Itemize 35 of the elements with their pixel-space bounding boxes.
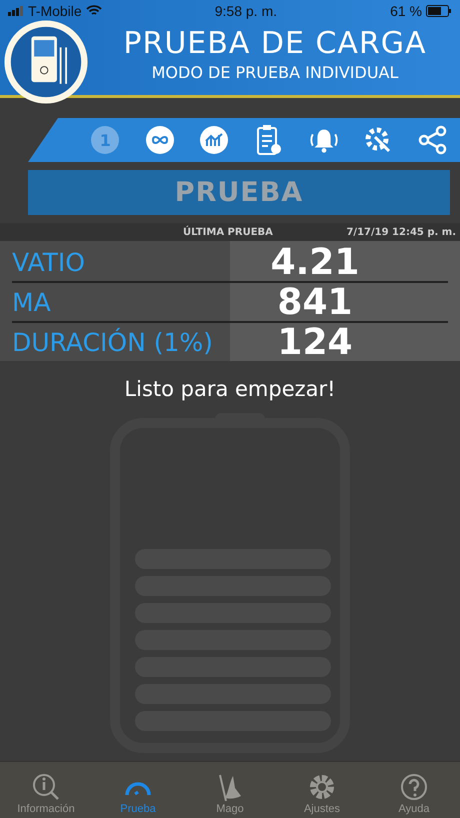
chart-icon — [200, 126, 228, 154]
multimeter-logo-icon — [4, 20, 88, 104]
wizard-hat-icon — [216, 773, 244, 801]
reading-name: VATIO — [12, 248, 86, 276]
reading-value: 124 — [276, 322, 354, 362]
gear-icon — [308, 773, 336, 801]
signal-icon — [8, 6, 24, 16]
tab-item[interactable]: Mago — [184, 762, 276, 818]
status-message: Listo para empezar! — [123, 377, 337, 401]
clock: 9:58 p. m. — [214, 3, 278, 19]
carrier-name: T-Mobile — [28, 3, 82, 19]
reading-value: 4.21 — [270, 242, 360, 282]
mode-subtitle: MODO DE PRUEBA INDIVIDUAL — [152, 63, 398, 82]
help-icon — [400, 773, 428, 801]
tab-item[interactable]: Información — [0, 762, 92, 818]
infinity-icon — [146, 126, 174, 154]
battery-icon — [426, 5, 452, 17]
last-test-date: 7/17/19 12:45 p. m. — [346, 226, 456, 238]
tab-item[interactable]: Prueba — [92, 762, 184, 818]
share-button[interactable] — [416, 124, 449, 156]
checklist-icon — [256, 124, 282, 156]
reading-name: DURACIÓN (1%) — [12, 328, 214, 356]
last-test-label: ÚLTIMA PRUEBA — [183, 226, 274, 238]
chart-button[interactable] — [198, 124, 230, 156]
battery-percent: 61 % — [390, 3, 422, 19]
info-search-icon — [32, 773, 60, 801]
tab-item[interactable]: Ayuda — [368, 762, 460, 818]
app-title: PRUEBA DE CARGA — [123, 26, 427, 61]
wifi-icon — [86, 5, 102, 17]
loop-button[interactable] — [144, 124, 176, 156]
reading-value: 841 — [276, 282, 354, 322]
reading-name: MA — [12, 288, 52, 316]
share-icon — [418, 125, 448, 155]
tab-item[interactable]: Ajustes — [276, 762, 368, 818]
test-button[interactable]: PRUEBA — [28, 170, 450, 215]
